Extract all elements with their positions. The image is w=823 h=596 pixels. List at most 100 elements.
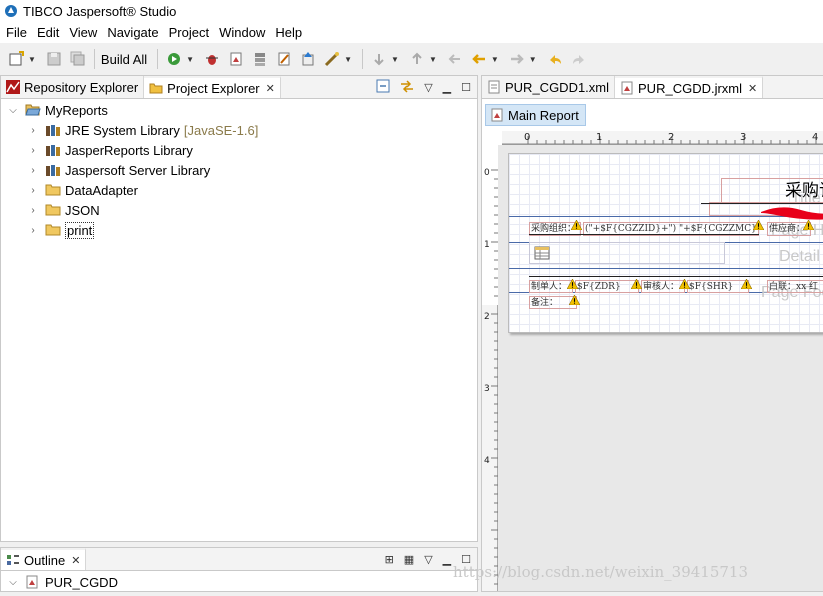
next-annotation-icon[interactable]: [370, 50, 388, 68]
tree-item-myreports[interactable]: ⌵ MyReports: [1, 100, 477, 120]
chevron-right-icon[interactable]: ›: [27, 185, 39, 196]
window-title: TIBCO Jaspersoft® Studio: [23, 3, 177, 19]
menu-window[interactable]: Window: [215, 25, 269, 40]
outline-item-root[interactable]: ⌵ PUR_CGDD: [1, 572, 477, 592]
close-icon[interactable]: ✕: [71, 554, 80, 567]
wand-icon[interactable]: [323, 50, 341, 68]
view-menu-icon[interactable]: ▽: [424, 81, 432, 94]
outline-panel: Outline ✕ ⊞ ▦ ▽ ▁ ☐ ⌵ PUR_CGDD: [0, 547, 478, 592]
repository-icon: [6, 80, 20, 94]
warning-icon[interactable]: [567, 279, 578, 289]
view-menu-icon[interactable]: ▽: [424, 553, 432, 566]
toolbar-separator: [362, 49, 364, 69]
report-table-element[interactable]: [529, 242, 725, 264]
tab-pur-cgdd-jrxml[interactable]: PUR_CGDD.jrxml ✕: [615, 76, 764, 98]
project-tree: ⌵ MyReports › JRE System Library [JavaSE…: [1, 100, 477, 240]
tree-item-dataadapter[interactable]: › DataAdapter: [1, 180, 477, 200]
tab-pur-cgdd1-xml[interactable]: PUR_CGDD1.xml: [482, 76, 616, 98]
debug-icon[interactable]: [203, 50, 221, 68]
menu-navigate[interactable]: Navigate: [103, 25, 162, 40]
close-icon[interactable]: ✕: [266, 82, 275, 95]
menu-project[interactable]: Project: [165, 25, 213, 40]
outline-tree: ⌵ PUR_CGDD: [1, 572, 477, 592]
data-adapter-icon[interactable]: [251, 50, 269, 68]
menu-file[interactable]: File: [2, 25, 31, 40]
forward-icon[interactable]: [508, 50, 526, 68]
title-bar: TIBCO Jaspersoft® Studio: [0, 0, 823, 22]
library-icon: [45, 123, 61, 137]
menu-edit[interactable]: Edit: [33, 25, 63, 40]
tab-repository-explorer[interactable]: Repository Explorer: [1, 76, 145, 98]
chevron-right-icon[interactable]: ›: [27, 225, 39, 236]
band-separator: [509, 268, 823, 269]
tab-project-explorer[interactable]: Project Explorer ✕: [144, 76, 281, 98]
menu-help[interactable]: Help: [271, 25, 306, 40]
save-icon[interactable]: [45, 50, 63, 68]
close-icon[interactable]: ✕: [748, 82, 757, 95]
minimize-icon[interactable]: ▁: [443, 553, 451, 566]
chevron-right-icon[interactable]: ›: [27, 125, 39, 136]
back-dropdown-icon[interactable]: ▼: [491, 55, 499, 64]
menu-view[interactable]: View: [65, 25, 101, 40]
run-icon[interactable]: [165, 50, 183, 68]
next-annotation-dropdown-icon[interactable]: ▼: [391, 55, 399, 64]
tree-label: JRE System Library: [65, 122, 180, 138]
warning-icon[interactable]: [803, 220, 814, 230]
outline-tree-icon[interactable]: ⊞: [385, 553, 394, 566]
chevron-down-icon[interactable]: ⌵: [7, 105, 19, 116]
outline-tabbar: Outline ✕ ⊞ ▦ ▽ ▁ ☐: [1, 548, 477, 571]
back-icon[interactable]: [470, 50, 488, 68]
report-subtabs: Main Report: [482, 100, 823, 130]
collapse-all-icon[interactable]: [376, 79, 390, 96]
build-all-button[interactable]: Build All: [101, 52, 147, 67]
chevron-right-icon[interactable]: ›: [27, 145, 39, 156]
folder-icon: [45, 203, 61, 217]
new-dropdown-icon[interactable]: ▼: [28, 55, 36, 64]
warning-icon[interactable]: [571, 220, 582, 230]
report-field[interactable]: $F{ZDR}: [575, 280, 639, 293]
run-dropdown-icon[interactable]: ▼: [186, 55, 194, 64]
report-title-text: 采购订: [785, 181, 823, 201]
tab-label: Outline: [24, 552, 66, 568]
new-report-icon[interactable]: [227, 50, 245, 68]
outline-thumbnail-icon[interactable]: ▦: [404, 553, 414, 566]
report-title-field[interactable]: 采购订: [721, 178, 823, 204]
report-canvas[interactable]: Title Page He Detail Page Foo 采购订 采购组织： …: [498, 145, 823, 591]
save-all-icon[interactable]: [69, 50, 87, 68]
report-page[interactable]: Title Page He Detail Page Foo 采购订 采购组织： …: [508, 153, 823, 333]
previous-annotation-dropdown-icon[interactable]: ▼: [429, 55, 437, 64]
warning-icon[interactable]: [679, 279, 690, 289]
warning-icon[interactable]: [753, 220, 764, 230]
chevron-right-icon[interactable]: ›: [27, 205, 39, 216]
link-with-editor-icon[interactable]: [400, 79, 414, 96]
previous-annotation-icon[interactable]: [408, 50, 426, 68]
chevron-down-icon[interactable]: ⌵: [7, 577, 19, 588]
warning-icon[interactable]: [569, 295, 580, 305]
warning-icon[interactable]: [741, 279, 752, 289]
band-label-detail: Detail: [779, 248, 820, 265]
maximize-icon[interactable]: ☐: [461, 81, 471, 94]
new-icon[interactable]: [7, 50, 25, 68]
compile-icon[interactable]: [275, 50, 293, 68]
warning-icon[interactable]: [631, 279, 642, 289]
redo-icon[interactable]: [570, 50, 588, 68]
tab-outline[interactable]: Outline ✕: [1, 548, 87, 570]
tree-label: JasperReports Library: [65, 142, 193, 158]
chevron-right-icon[interactable]: ›: [27, 165, 39, 176]
tree-item-jasperreports-library[interactable]: › JasperReports Library: [1, 140, 477, 160]
last-edit-icon[interactable]: [446, 50, 464, 68]
publish-icon[interactable]: [299, 50, 317, 68]
tree-item-jaspersoft-server-library[interactable]: › Jaspersoft Server Library: [1, 160, 477, 180]
wand-dropdown-icon[interactable]: ▼: [344, 55, 352, 64]
tab-label: PUR_CGDD.jrxml: [638, 80, 743, 96]
tree-item-json[interactable]: › JSON: [1, 200, 477, 220]
tree-item-jre-system-library[interactable]: › JRE System Library [JavaSE-1.6]: [1, 120, 477, 140]
ruler-label: 4: [812, 132, 818, 143]
minimize-icon[interactable]: ▁: [443, 81, 451, 94]
main-report-tab[interactable]: Main Report: [485, 104, 586, 126]
tree-item-print[interactable]: › print: [1, 220, 477, 240]
undo-icon[interactable]: [546, 50, 564, 68]
forward-dropdown-icon[interactable]: ▼: [529, 55, 537, 64]
report-field[interactable]: $F{SHR}: [687, 280, 749, 293]
report-field[interactable]: 白联：xx 红: [767, 280, 823, 293]
